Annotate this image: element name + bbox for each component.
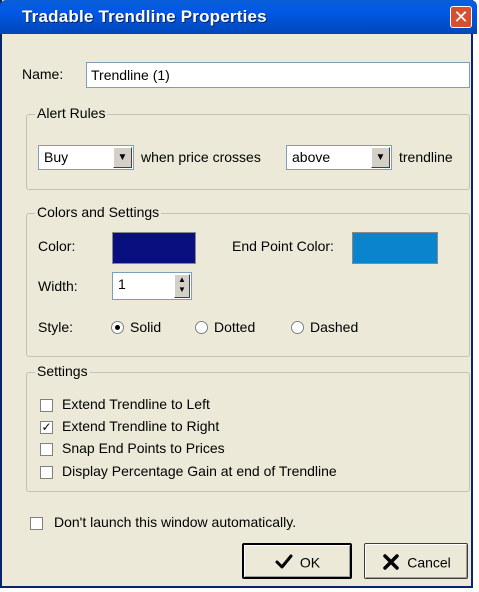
alert-action-select[interactable]: Buy ▼ xyxy=(38,145,134,170)
style-solid-label: Solid xyxy=(130,319,162,335)
dont-launch-label: Don't launch this window automatically. xyxy=(54,514,297,530)
close-button[interactable]: ✕ xyxy=(450,6,472,28)
cancel-x-icon xyxy=(383,554,399,571)
color-swatch[interactable] xyxy=(112,232,196,264)
end-point-color-label: End Point Color: xyxy=(232,238,334,254)
alert-action-value: Buy xyxy=(44,149,69,165)
color-label: Color: xyxy=(38,238,76,254)
width-value: 1 xyxy=(118,276,126,292)
display-percentage-checkbox[interactable] xyxy=(40,466,53,479)
checkmark-icon xyxy=(275,554,293,569)
end-point-color-swatch[interactable] xyxy=(352,232,438,264)
cancel-button[interactable]: Cancel xyxy=(364,543,468,579)
alert-direction-value: above xyxy=(292,149,331,165)
name-label: Name: xyxy=(22,66,64,82)
width-stepper[interactable]: 1 ▲ ▼ xyxy=(112,272,192,300)
extend-left-label: Extend Trendline to Left xyxy=(62,396,210,412)
snap-end-points-checkbox[interactable] xyxy=(40,443,53,456)
properties-dialog: Tradable Trendline Properties ✕ Name: Tr… xyxy=(0,0,477,588)
style-radio-dashed[interactable] xyxy=(291,321,304,334)
checkmark-icon: ✓ xyxy=(41,420,52,434)
colors-settings-legend: Colors and Settings xyxy=(35,204,162,220)
style-dotted-label: Dotted xyxy=(214,319,256,335)
title-bar[interactable]: Tradable Trendline Properties ✕ xyxy=(0,0,477,34)
style-radio-dotted[interactable] xyxy=(195,321,208,334)
close-icon: ✕ xyxy=(453,7,469,27)
dont-launch-checkbox[interactable] xyxy=(30,517,43,530)
snap-end-points-label: Snap End Points to Prices xyxy=(62,440,225,456)
alert-suffix-text: trendline xyxy=(399,149,453,165)
ok-button[interactable]: OK xyxy=(242,543,352,579)
name-input[interactable]: Trendline (1) xyxy=(86,62,470,88)
style-radio-solid[interactable] xyxy=(111,321,124,334)
style-label: Style: xyxy=(38,319,74,335)
style-dashed-label: Dashed xyxy=(310,319,359,335)
chevron-down-icon: ▼ xyxy=(371,147,390,168)
cancel-button-label: Cancel xyxy=(407,554,451,571)
stepper-arrows-icon[interactable]: ▲ ▼ xyxy=(174,274,190,298)
settings-legend: Settings xyxy=(35,363,90,379)
chevron-down-icon: ▼ xyxy=(113,147,132,168)
width-label: Width: xyxy=(38,278,78,294)
extend-right-label: Extend Trendline to Right xyxy=(62,418,220,434)
alert-direction-select[interactable]: above ▼ xyxy=(286,145,392,170)
extend-right-checkbox[interactable]: ✓ xyxy=(40,421,53,434)
display-percentage-label: Display Percentage Gain at end of Trendl… xyxy=(62,463,337,479)
alert-rules-legend: Alert Rules xyxy=(35,105,108,121)
extend-left-checkbox[interactable] xyxy=(40,399,53,412)
ok-button-label: OK xyxy=(299,554,321,571)
alert-middle-text: when price crosses xyxy=(141,149,261,165)
window-title: Tradable Trendline Properties xyxy=(22,7,267,26)
